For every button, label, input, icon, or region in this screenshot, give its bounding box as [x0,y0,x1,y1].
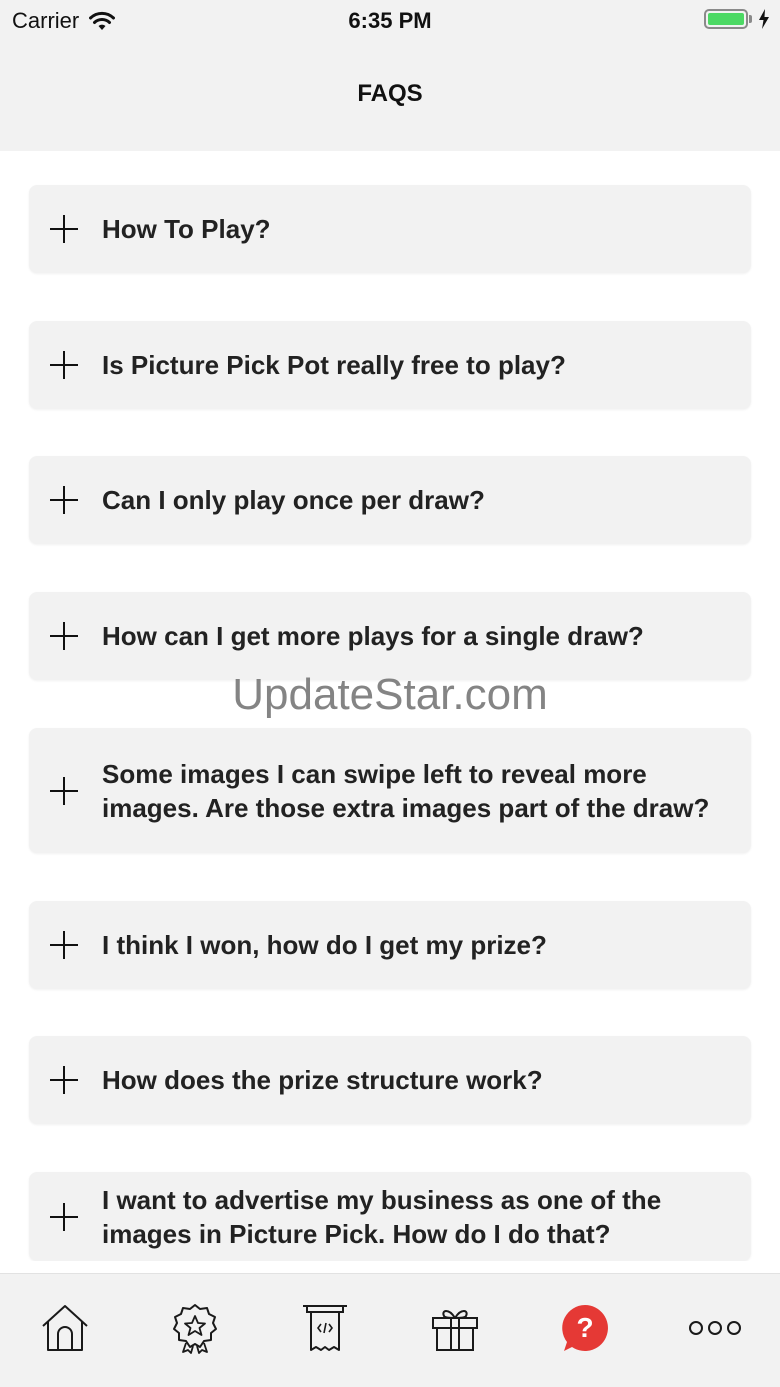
status-right [704,9,770,29]
plus-icon [50,622,78,650]
faq-question: How To Play? [102,214,271,244]
faq-question: Can I only play once per draw? [102,485,485,515]
plus-icon [50,776,78,805]
plus-icon [50,1202,78,1231]
help-icon: ? [562,1305,608,1351]
charging-bolt-icon [759,9,769,29]
faq-item[interactable]: How To Play? [29,185,751,273]
tab-help[interactable]: ? [555,1298,615,1358]
plus-icon [50,1066,78,1094]
gift-icon [432,1310,478,1351]
faq-item[interactable]: How can I get more plays for a single dr… [29,592,751,680]
faq-question: How can I get more plays for a single dr… [102,621,644,651]
status-bar: Carrier 6:35 PM [0,0,780,40]
battery-icon [704,9,748,29]
home-icon [42,1305,88,1351]
faq-question: I think I won, how do I get my prize? [102,930,547,960]
faq-question: Some images I can swipe left to reveal m… [102,758,710,823]
tab-more[interactable] [685,1298,745,1358]
tab-tickets[interactable] [295,1298,355,1358]
tab-bar: ? [0,1273,780,1387]
faq-question: Is Picture Pick Pot really free to play? [102,350,566,380]
faq-item[interactable]: How does the prize structure work? [29,1036,751,1124]
tab-rewards[interactable] [165,1298,225,1358]
plus-icon [50,351,78,379]
plus-icon [50,931,78,959]
faq-question: How does the prize structure work? [102,1065,543,1095]
tab-prizes[interactable] [425,1298,485,1358]
plus-icon [50,486,78,514]
status-time: 6:35 PM [348,8,432,33]
page-title: FAQS [357,80,423,107]
ticket-icon [303,1305,347,1351]
faq-item[interactable]: Can I only play once per draw? [29,456,751,544]
nav-bar: FAQS [0,40,780,151]
badge-star-icon [173,1304,217,1354]
faq-question: I want to advertise my business as one o… [102,1184,662,1249]
faq-list[interactable]: How To Play? Is Picture Pick Pot really … [0,151,780,1261]
faq-item[interactable]: I think I won, how do I get my prize? [29,901,751,989]
battery-tip [749,15,752,23]
tab-home[interactable] [35,1298,95,1358]
faq-item[interactable]: Is Picture Pick Pot really free to play? [29,321,751,409]
battery-level [708,13,744,25]
faq-item[interactable]: Some images I can swipe left to reveal m… [29,728,751,853]
help-icon-label: ? [576,1312,593,1343]
plus-icon [50,215,78,243]
more-icon [689,1321,741,1335]
faq-item[interactable]: I want to advertise my business as one o… [29,1172,751,1261]
